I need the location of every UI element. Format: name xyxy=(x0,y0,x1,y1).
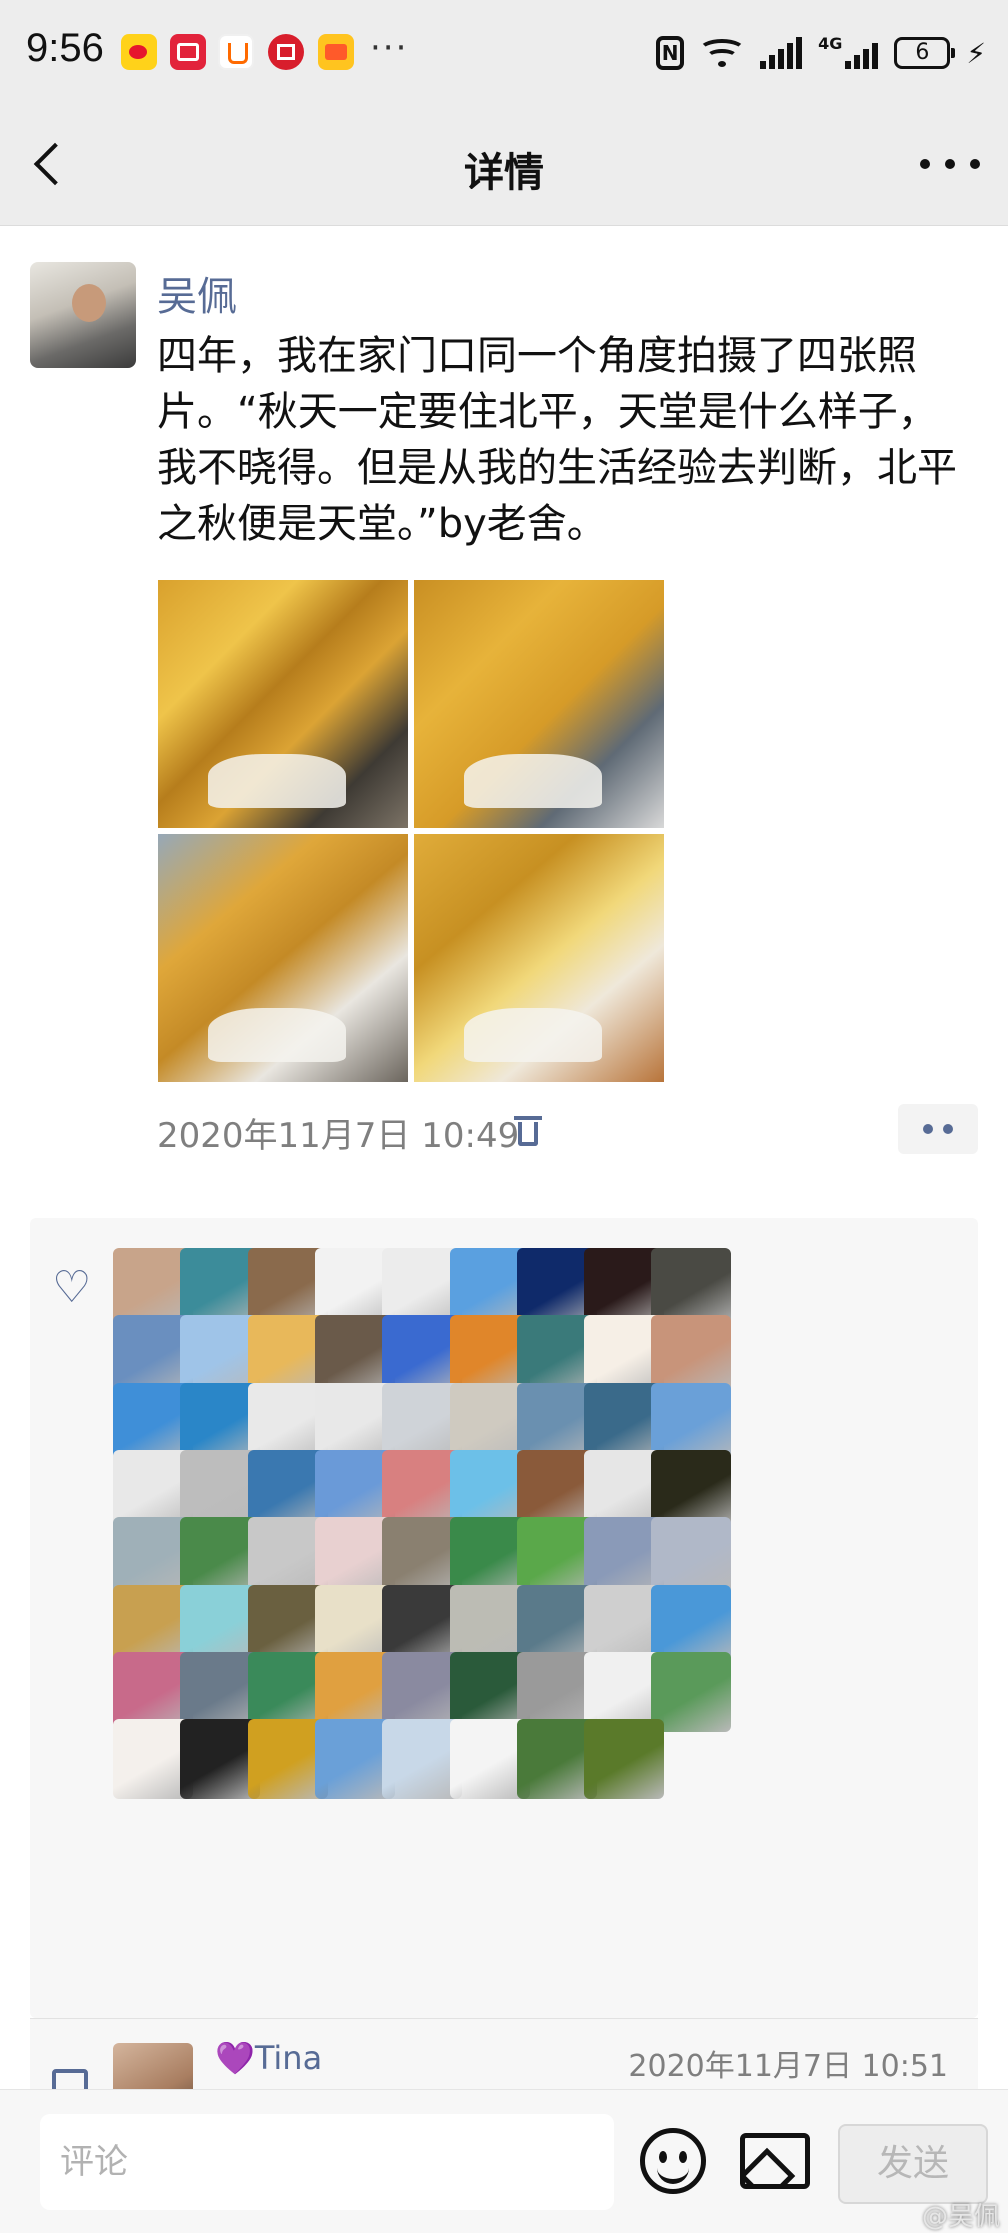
author-avatar[interactable] xyxy=(30,262,136,368)
send-button[interactable]: 发送 xyxy=(838,2124,988,2204)
liker-avatar[interactable] xyxy=(584,1719,665,1800)
top-navigation-bar: 详情 xyxy=(0,105,1008,226)
likes-panel: ♡ xyxy=(30,1218,978,2018)
image-picker-icon[interactable] xyxy=(740,2133,810,2189)
delete-icon[interactable] xyxy=(514,1114,542,1148)
charging-icon: ⚡ xyxy=(966,36,986,70)
comment-input[interactable]: 评论 xyxy=(40,2114,614,2210)
cup-notification-icon xyxy=(218,34,254,70)
mail-notification-icon xyxy=(318,34,354,70)
post-timestamp: 2020年11月7日 10:49 xyxy=(157,1116,520,1156)
comment-time: 2020年11月7日 10:51 xyxy=(628,2049,948,2084)
wifi-icon xyxy=(698,35,747,71)
book-notification-icon xyxy=(170,34,206,70)
red-app-notification-icon xyxy=(268,34,304,70)
emoji-icon[interactable] xyxy=(640,2128,706,2194)
page-title: 详情 xyxy=(464,150,544,196)
author-name[interactable]: 吴佩 xyxy=(157,264,237,322)
post-text: 四年，我在家门口同一个角度拍摄了四张照片。“秋天一定要住北平，天堂是什么样子，我… xyxy=(157,333,957,547)
post-photo-4[interactable] xyxy=(414,834,664,1082)
more-options-icon[interactable] xyxy=(920,149,980,179)
comment-input-bar: 评论 发送 xyxy=(0,2089,1008,2233)
photo-grid xyxy=(158,580,666,1082)
liker-avatar[interactable] xyxy=(651,1651,732,1732)
comment-like-action-button[interactable] xyxy=(898,1104,978,1154)
nfc-icon: N xyxy=(656,36,685,70)
post-photo-3[interactable] xyxy=(158,834,408,1082)
battery-icon: 6 xyxy=(894,37,956,69)
weibo-watermark: @吴佩 xyxy=(921,2202,1000,2232)
comment-item: 💜Tina 2020年11月7日 10:51 xyxy=(30,2019,978,2089)
commenter-name[interactable]: 💜Tina xyxy=(215,2039,322,2077)
weibo-notification-icon xyxy=(121,34,157,70)
more-notifications-indicator: ··· xyxy=(370,28,409,68)
heart-icon: ♡ xyxy=(52,1262,92,1313)
signal-4g-icon: 4G xyxy=(818,34,879,69)
signal-icon xyxy=(760,37,803,69)
post-photo-1[interactable] xyxy=(158,580,408,828)
comment-icon xyxy=(52,2069,88,2089)
status-time: 9:56 xyxy=(26,26,104,70)
network-type-label: 4G xyxy=(818,34,843,53)
status-bar: 9:56 ··· N 4G 6 ⚡ xyxy=(0,0,1008,105)
post-photo-2[interactable] xyxy=(414,580,664,828)
system-status-icons: N 4G 6 ⚡ xyxy=(656,30,986,76)
commenter-avatar[interactable] xyxy=(113,2043,193,2089)
